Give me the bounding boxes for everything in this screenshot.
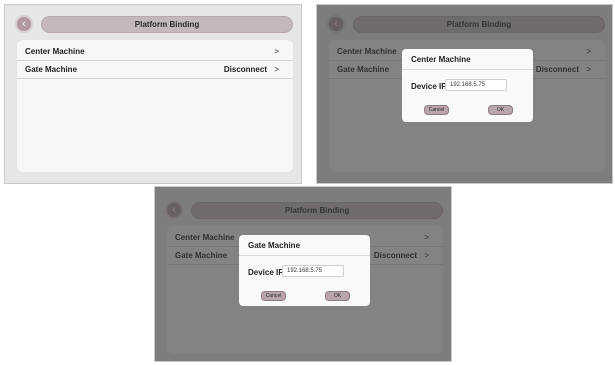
device-ip-input[interactable]: 192.168.5.75 (282, 265, 344, 277)
row-label: Gate Machine (25, 65, 78, 74)
row-gate-machine[interactable]: Gate Machine Disconnect > (17, 61, 293, 79)
back-button[interactable]: ‹ (15, 15, 33, 33)
page-title-bar: Platform Binding (41, 16, 293, 33)
device-ip-dialog: Gate Machine Device IP 192.168.5.75 Canc… (239, 235, 370, 306)
row-center-machine[interactable]: Center Machine > (17, 43, 293, 61)
ok-button[interactable]: OK (488, 105, 513, 115)
cancel-button[interactable]: Cancel (424, 105, 449, 115)
page-title: Platform Binding (134, 20, 200, 29)
row-value: Disconnect (223, 65, 267, 74)
screen-center-machine-dialog: ‹ Platform Binding Center Machine > Gate… (316, 4, 613, 184)
dialog-divider (402, 69, 533, 70)
device-ip-label: Device IP (411, 82, 447, 91)
chevron-right-icon: > (274, 65, 279, 74)
dialog-title: Gate Machine (248, 241, 301, 250)
dialog-divider (239, 255, 370, 256)
device-ip-input[interactable]: 192.168.5.75 (445, 79, 507, 91)
row-label: Center Machine (25, 47, 85, 56)
cancel-button[interactable]: Cancel (261, 291, 286, 301)
dialog-title: Center Machine (411, 55, 471, 64)
settings-card: Center Machine > Gate Machine Disconnect… (17, 40, 293, 172)
device-ip-dialog: Center Machine Device IP 192.168.5.75 Ca… (402, 49, 533, 122)
chevron-right-icon: > (274, 47, 279, 56)
screen-platform-binding: ‹ Platform Binding Center Machine > Gate… (4, 4, 302, 184)
screen-gate-machine-dialog: ‹ Platform Binding Center Machine > Gate… (154, 186, 452, 362)
device-ip-label: Device IP (248, 268, 284, 277)
ok-button[interactable]: OK (325, 291, 350, 301)
